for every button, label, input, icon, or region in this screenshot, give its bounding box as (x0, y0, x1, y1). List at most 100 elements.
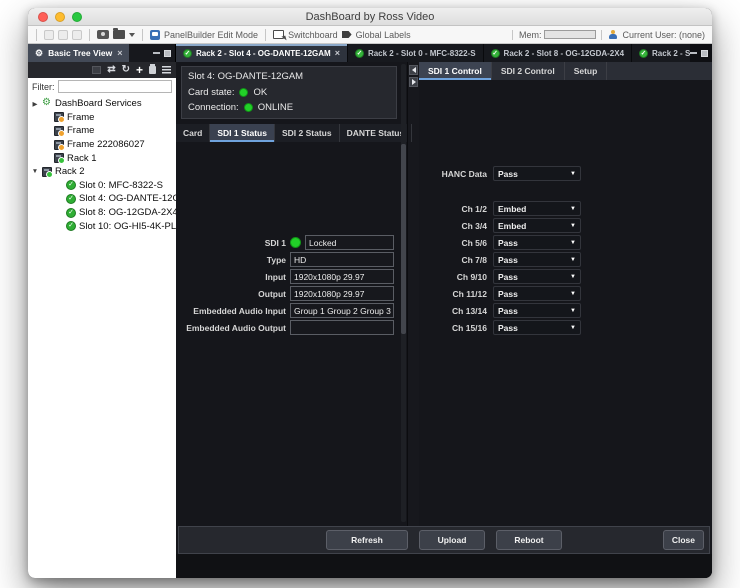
channel-row: Ch 11/12 Pass ▼ (427, 286, 712, 301)
switchboard-icon (273, 30, 285, 39)
reconnect-icon[interactable]: ⇄ (107, 65, 115, 75)
scrollbar-thumb[interactable] (401, 144, 406, 334)
footer-button[interactable]: Reboot (496, 530, 562, 550)
chevron-down-icon: ▼ (570, 307, 576, 314)
channel-value: Pass (498, 254, 518, 265)
channel-value: Pass (498, 271, 518, 282)
filter-label: Filter: (32, 81, 55, 92)
minimize-window-button[interactable] (55, 11, 65, 22)
channel-dropdown[interactable]: Pass ▼ (493, 235, 581, 250)
filter-input[interactable] (57, 80, 172, 93)
control-tab[interactable]: SDI 1 Control (419, 62, 492, 80)
close-tab-icon[interactable]: × (117, 48, 122, 58)
memory-indicator: Mem: (511, 29, 597, 40)
status-tab[interactable]: SDI 1 Status (210, 124, 275, 142)
collapse-right-button[interactable] (409, 77, 418, 87)
expander-icon[interactable] (31, 100, 39, 108)
panelbuilder-icon (150, 29, 160, 40)
maximize-pane-icon[interactable] (701, 49, 708, 57)
status-tab-label: SDI 2 Status (281, 128, 332, 138)
channel-value: Pass (498, 322, 518, 333)
channel-row: Ch 9/10 Pass ▼ (427, 269, 712, 284)
tab-basic-tree-view[interactable]: ⚙ Basic Tree View × (28, 44, 130, 62)
tree-item[interactable]: Frame (28, 124, 176, 138)
tree-item[interactable]: Slot 8: OG-12GDA-2X4 (28, 206, 176, 220)
delete-icon[interactable] (149, 64, 156, 74)
tree-item[interactable]: Frame (28, 111, 176, 125)
refresh-tree-icon[interactable]: ↻ (122, 65, 130, 75)
tree-item-label: Rack 2 (55, 166, 85, 178)
snapshot-icon[interactable] (97, 30, 109, 39)
close-button[interactable]: Close (662, 530, 704, 550)
control-tab-label: Setup (573, 66, 598, 76)
status-scrollbar[interactable] (401, 64, 406, 522)
open-file-button[interactable] (113, 28, 135, 39)
channel-row: Ch 3/4 Embed ▼ (427, 218, 712, 233)
tree-item[interactable]: DashBoard Services (28, 97, 176, 111)
add-connection-icon[interactable]: + (136, 64, 143, 76)
channel-dropdown[interactable]: Pass ▼ (493, 269, 581, 284)
global-labels-button[interactable]: Global Labels (341, 29, 411, 40)
channel-dropdown[interactable]: Pass ▼ (493, 252, 581, 267)
tree-item[interactable]: Slot 0: MFC-8322-S (28, 179, 176, 193)
status-field-row: Embedded Audio Input Group 1 Group 2 Gro… (178, 303, 394, 318)
disconnect-icon (92, 66, 102, 74)
channel-dropdown[interactable]: Embed ▼ (493, 218, 581, 233)
tree-item-icon (66, 193, 76, 204)
device-view: Slot 4: OG-DANTE-12GAM Card state: OK Co… (176, 62, 712, 578)
tree-item[interactable]: Frame 222086027 (28, 138, 176, 152)
tree-item[interactable]: Slot 4: OG-DANTE-12GAM (28, 192, 176, 206)
locked-led (290, 237, 301, 248)
channel-dropdown[interactable]: Pass ▼ (493, 303, 581, 318)
footer-button[interactable]: Refresh (326, 530, 408, 550)
hanc-data-label: HANC Data (441, 168, 487, 179)
status-tab-label: SDI 1 Status (217, 128, 267, 138)
channel-dropdown[interactable]: Pass ▼ (493, 320, 581, 335)
minimize-pane-icon[interactable] (153, 52, 160, 54)
switchboard-button[interactable]: Switchboard (273, 30, 338, 40)
tree-item[interactable]: Rack 2 (28, 165, 176, 179)
channel-dropdown[interactable]: Pass ▼ (493, 286, 581, 301)
panelbuilder-edit-mode-button[interactable]: PanelBuilder Edit Mode (150, 29, 258, 40)
minimize-pane-icon[interactable] (690, 52, 697, 54)
tree-item-label: Frame 222086027 (67, 139, 145, 151)
global-labels-label: Global Labels (355, 29, 411, 40)
tree-item-label: Slot 10: OG-HI5-4K-PLUS (79, 220, 176, 232)
status-ok-icon: ✓ (354, 48, 364, 58)
device-tree: DashBoard Services Frame Frame (28, 95, 176, 578)
status-tab[interactable]: Card (176, 124, 211, 142)
status-tab[interactable]: SDI 2 Status (275, 124, 340, 142)
device-tab[interactable]: ✓ Rack 2 - Slot 4 - OG-DANTE-12GAM × (176, 44, 348, 62)
tree-item[interactable]: Slot 10: OG-HI5-4K-PLUS (28, 219, 176, 233)
control-tab[interactable]: SDI 2 Control (492, 62, 565, 80)
channel-value: Pass (498, 305, 518, 316)
field-label: Input (265, 271, 286, 282)
device-tab[interactable]: ✓ Rack 2 - Slot 8 - OG-12GDA-2X4 (483, 44, 633, 62)
slot-title: Slot 4: OG-DANTE-12GAM (188, 71, 304, 82)
mem-gauge (544, 30, 597, 39)
collapse-left-button[interactable] (409, 65, 418, 75)
channel-label: Ch 11/12 (452, 288, 488, 299)
field-label: Embedded Audio Input (193, 305, 286, 316)
close-window-button[interactable] (38, 11, 48, 22)
channel-rows: Ch 1/2 Embed ▼ Ch 3/4 Embed ▼ Ch 5/6 Pas… (427, 201, 712, 337)
channel-label: Ch 3/4 (461, 220, 487, 231)
footer-button[interactable]: Upload (419, 530, 485, 550)
hanc-data-dropdown[interactable]: Pass ▼ (493, 166, 581, 181)
tree-item[interactable]: Rack 1 (28, 151, 176, 165)
device-tab[interactable]: ✓ Rack 2 - Slot 10 - OG-HI5-4K-PLUS (632, 44, 690, 62)
list-view-icon[interactable] (162, 66, 171, 74)
channel-dropdown[interactable]: Embed ▼ (493, 201, 581, 216)
zoom-window-button[interactable] (72, 11, 82, 22)
channel-label: Ch 1/2 (461, 203, 487, 214)
chevron-down-icon: ▼ (570, 290, 576, 297)
close-tab-icon[interactable]: × (335, 48, 340, 58)
expander-icon[interactable] (31, 168, 39, 175)
maximize-pane-icon[interactable] (164, 49, 171, 57)
control-tab[interactable]: Setup (565, 62, 608, 80)
device-tab[interactable]: ✓ Rack 2 - Slot 0 - MFC-8322-S (347, 44, 484, 62)
connection-value: ONLINE (257, 102, 294, 113)
tree-item-label: Frame (67, 125, 95, 137)
bottom-strip (176, 554, 712, 578)
field-value (290, 320, 394, 335)
